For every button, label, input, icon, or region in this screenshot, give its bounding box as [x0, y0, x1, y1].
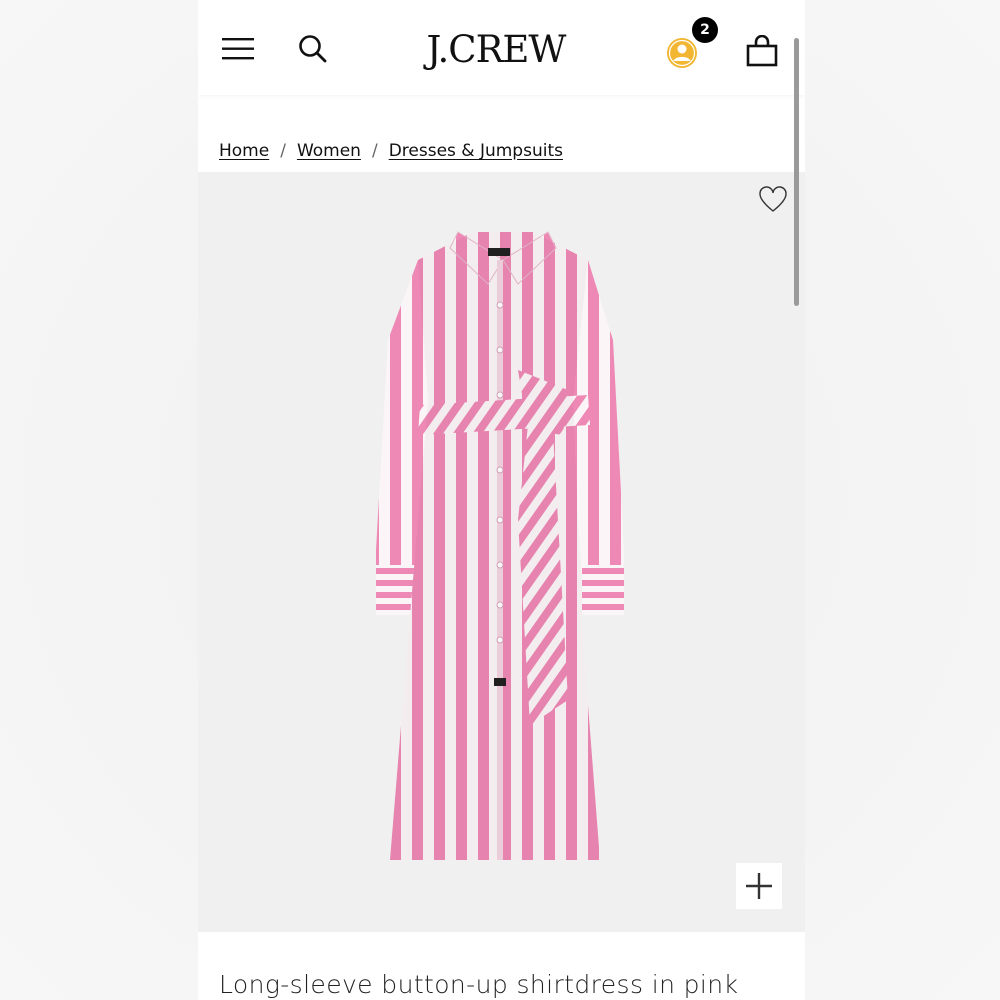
plus-icon [746, 873, 772, 899]
mobile-page: J.CREW 2 Home / Women / Dresses & Jumpsu… [198, 0, 805, 1000]
breadcrumb-women[interactable]: Women [297, 141, 361, 161]
striped-shirtdress-image [376, 231, 624, 860]
brand-logo[interactable]: J.CREW [416, 28, 576, 72]
shopping-bag-icon[interactable] [746, 34, 778, 67]
breadcrumb-separator: / [280, 141, 286, 161]
breadcrumb-dresses-jumpsuits[interactable]: Dresses & Jumpsuits [389, 141, 563, 161]
menu-icon[interactable] [222, 38, 254, 60]
product-title: Long-sleeve button-up shirtdress in pink [219, 970, 739, 999]
breadcrumb: Home / Women / Dresses & Jumpsuits [219, 139, 563, 163]
scrollbar[interactable] [794, 38, 799, 306]
zoom-button[interactable] [736, 863, 782, 909]
site-header: J.CREW 2 [198, 0, 805, 95]
heart-icon[interactable] [758, 186, 788, 214]
search-icon[interactable] [298, 34, 328, 64]
breadcrumb-separator: / [371, 141, 378, 161]
product-image[interactable] [198, 172, 805, 932]
account-icon[interactable] [664, 35, 700, 71]
breadcrumb-home[interactable]: Home [219, 141, 269, 161]
cart-count-badge: 2 [692, 17, 718, 43]
